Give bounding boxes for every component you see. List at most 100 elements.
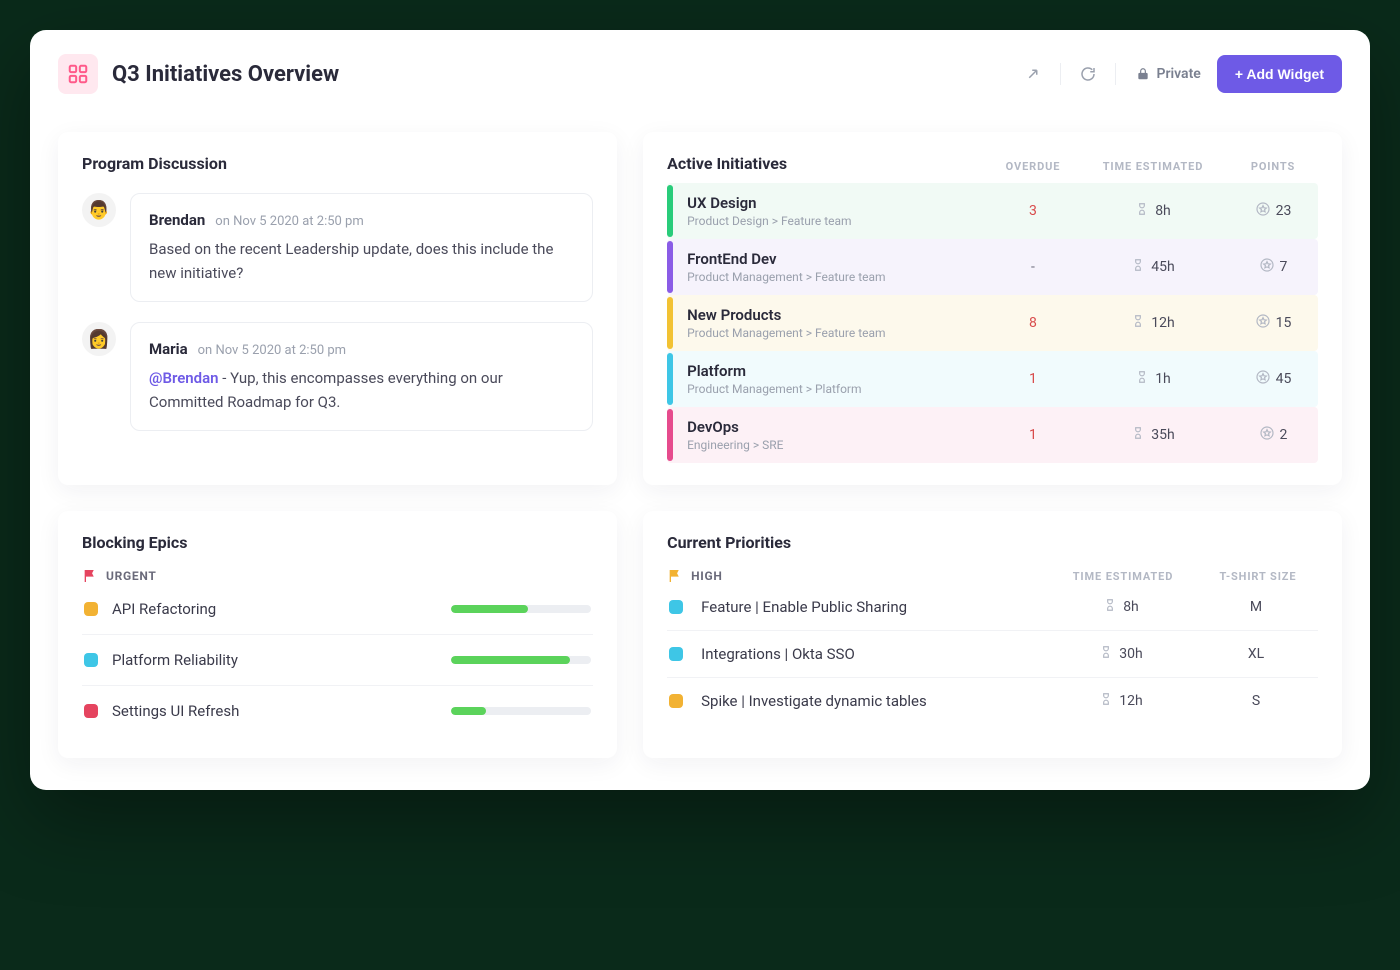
status-dot (84, 602, 98, 616)
overdue-value: - (988, 259, 1078, 275)
comment-body: Based on the recent Leadership update, d… (149, 237, 574, 285)
star-icon (1255, 369, 1271, 389)
initiative-path: Product Design > Feature team (687, 214, 988, 228)
privacy-toggle[interactable]: Private (1126, 66, 1210, 82)
dashboard-window: Q3 Initiatives Overview Private + Add (30, 30, 1370, 790)
star-icon (1259, 257, 1275, 277)
card-title: Program Discussion (82, 154, 593, 173)
status-dot (84, 653, 98, 667)
add-widget-button[interactable]: + Add Widget (1217, 55, 1342, 93)
status-dot (669, 600, 683, 614)
initiative-main: FrontEnd Dev Product Management > Featur… (673, 242, 988, 292)
epic-name: Platform Reliability (112, 651, 437, 669)
epic-row[interactable]: API Refactoring (82, 584, 593, 635)
card-title: Blocking Epics (82, 533, 593, 552)
progress-fill (451, 605, 528, 613)
comment-date: on Nov 5 2020 at 2:50 pm (215, 214, 363, 229)
col-size: T-SHIRT SIZE (1198, 570, 1318, 583)
epic-name: API Refactoring (112, 600, 437, 618)
tshirt-size: M (1196, 599, 1316, 615)
points-value: 45 (1228, 369, 1318, 389)
initiative-row[interactable]: DevOps Engineering > SRE 1 35h 2 (667, 407, 1318, 463)
time-estimated: 8h (1046, 598, 1196, 616)
card-title: Current Priorities (667, 533, 1318, 552)
avatar[interactable]: 👩 (82, 322, 116, 356)
priority-name: Feature | Enable Public Sharing (691, 598, 1046, 616)
status-dot (669, 647, 683, 661)
hourglass-icon (1131, 314, 1145, 332)
progress-fill (451, 707, 486, 715)
blocking-epics-card: Blocking Epics URGENT API Refactoring Pl… (58, 511, 617, 758)
time-estimated: 1h (1078, 370, 1228, 388)
points-value: 23 (1228, 201, 1318, 221)
initiative-row[interactable]: New Products Product Management > Featur… (667, 295, 1318, 351)
priority-row[interactable]: Feature | Enable Public Sharing 8h M (667, 584, 1318, 631)
epic-name: Settings UI Refresh (112, 702, 437, 720)
overdue-value: 8 (988, 315, 1078, 331)
priority-row[interactable]: Integrations | Okta SSO 30h XL (667, 631, 1318, 678)
dashboard-icon (58, 54, 98, 94)
comment-author: Maria (149, 340, 188, 358)
initiative-row[interactable]: Platform Product Management > Platform 1… (667, 351, 1318, 407)
initiative-name: New Products (687, 306, 988, 324)
priority-rows: Feature | Enable Public Sharing 8h M Int… (667, 584, 1318, 724)
epic-row[interactable]: Platform Reliability (82, 635, 593, 686)
initiative-name: UX Design (687, 194, 988, 212)
star-icon (1255, 313, 1271, 333)
col-time: TIME ESTIMATED (1078, 160, 1228, 173)
urgent-flag: URGENT (82, 568, 593, 584)
hourglass-icon (1131, 426, 1145, 444)
flag-label: URGENT (106, 569, 157, 583)
points-value: 7 (1228, 257, 1318, 277)
initiative-name: DevOps (687, 418, 988, 436)
star-icon (1259, 425, 1275, 445)
hourglass-icon (1135, 202, 1149, 220)
progress-bar (451, 605, 591, 613)
mention[interactable]: @Brendan (149, 369, 219, 387)
col-time: TIME ESTIMATED (1048, 570, 1198, 583)
expand-icon[interactable] (1016, 57, 1050, 91)
page-title: Q3 Initiatives Overview (112, 62, 1002, 87)
progress-fill (451, 656, 570, 664)
points-value: 2 (1228, 425, 1318, 445)
initiative-path: Product Management > Feature team (687, 326, 988, 340)
status-dot (669, 694, 683, 708)
star-icon (1255, 201, 1271, 221)
col-overdue: OVERDUE (988, 160, 1078, 173)
hourglass-icon (1099, 645, 1113, 663)
time-estimated: 12h (1078, 314, 1228, 332)
priority-row[interactable]: Spike | Investigate dynamic tables 12h S (667, 678, 1318, 724)
initiative-rows: UX Design Product Design > Feature team … (667, 183, 1318, 463)
col-points: POINTS (1228, 160, 1318, 173)
comment-author: Brendan (149, 211, 205, 229)
time-estimated: 35h (1078, 426, 1228, 444)
initiative-row[interactable]: UX Design Product Design > Feature team … (667, 183, 1318, 239)
comment-box: Maria on Nov 5 2020 at 2:50 pm @Brendan … (130, 322, 593, 431)
time-estimated: 8h (1078, 202, 1228, 220)
initiative-row[interactable]: FrontEnd Dev Product Management > Featur… (667, 239, 1318, 295)
comment-meta: Maria on Nov 5 2020 at 2:50 pm (149, 339, 574, 358)
priority-name: Spike | Investigate dynamic tables (691, 692, 1046, 710)
epic-row[interactable]: Settings UI Refresh (82, 686, 593, 736)
page-header: Q3 Initiatives Overview Private + Add (58, 54, 1342, 108)
initiative-main: UX Design Product Design > Feature team (673, 186, 988, 236)
tshirt-size: XL (1196, 646, 1316, 662)
flag-label: HIGH (691, 569, 723, 583)
refresh-icon[interactable] (1071, 57, 1105, 91)
status-dot (84, 704, 98, 718)
hourglass-icon (1131, 258, 1145, 276)
epic-rows: API Refactoring Platform Reliability Set… (82, 584, 593, 736)
progress-bar (451, 707, 591, 715)
comment-box: Brendan on Nov 5 2020 at 2:50 pm Based o… (130, 193, 593, 302)
initiative-path: Product Management > Feature team (687, 270, 988, 284)
avatar[interactable]: 👨 (82, 193, 116, 227)
lock-icon (1136, 67, 1150, 81)
card-title: Active Initiatives (667, 154, 988, 173)
overdue-value: 3 (988, 203, 1078, 219)
overdue-value: 1 (988, 371, 1078, 387)
overdue-value: 1 (988, 427, 1078, 443)
flag-icon (82, 568, 98, 584)
time-estimated: 30h (1046, 645, 1196, 663)
initiative-main: Platform Product Management > Platform (673, 354, 988, 404)
current-priorities-card: Current Priorities HIGH TIME ESTIMATED T… (643, 511, 1342, 758)
